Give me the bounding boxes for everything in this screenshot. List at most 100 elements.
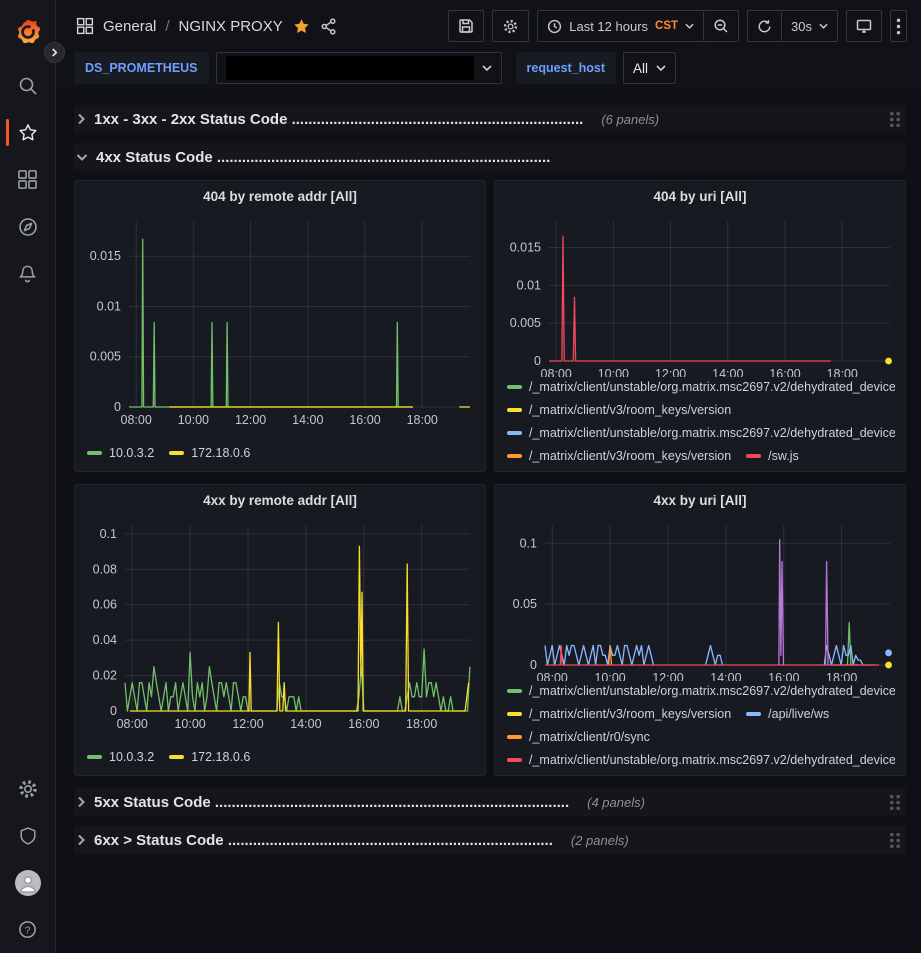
svg-text:?: ? [25, 924, 31, 936]
x-axis-tick-label: 08:00 [537, 671, 568, 681]
legend-label: /api/live/ws [768, 707, 829, 721]
sidebar-item-alerting[interactable] [0, 250, 56, 297]
legend-swatch [507, 431, 522, 435]
sidebar-item-starred[interactable] [0, 109, 56, 156]
kebab-menu-icon [896, 18, 901, 35]
row-title-dots: ........................................… [215, 794, 569, 811]
datasource-select[interactable] [216, 52, 502, 84]
x-axis-tick-label: 10:00 [178, 413, 209, 427]
row-4xx[interactable]: 4xx Status Code ........................… [74, 143, 906, 171]
legend-label: /sw.js [768, 449, 799, 463]
legend-item[interactable]: /_matrix/client/v3/room_keys/version [507, 400, 731, 420]
breadcrumb-folder[interactable]: General [103, 18, 156, 35]
drag-handle-icon[interactable] [889, 794, 902, 811]
legend-item[interactable]: /_matrix/client/r0/sync [507, 727, 650, 747]
drag-handle-icon[interactable] [889, 832, 902, 849]
cycle-view-mode-button[interactable] [846, 10, 882, 42]
sidebar-item-explore[interactable] [0, 203, 56, 250]
chart-canvas[interactable]: 00.0050.010.01508:0010:0012:0014:0016:00… [85, 211, 477, 429]
chart-canvas[interactable]: 00.050.108:0010:0012:0014:0016:0018:00 [505, 515, 897, 681]
refresh-interval-picker[interactable]: 30s [781, 11, 837, 41]
chevron-down-icon [685, 23, 694, 29]
sidebar-item-server-admin[interactable] [0, 812, 56, 859]
legend: 10.0.3.2 172.18.0.6 [85, 443, 475, 463]
panel-header[interactable]: 4xx by uri [All] [505, 485, 895, 515]
x-axis-tick-label: 10:00 [174, 717, 205, 731]
share-icon[interactable] [320, 18, 337, 35]
legend-item[interactable]: /_matrix/client/unstable/org.matrix.msc2… [507, 423, 895, 443]
legend-label: /_matrix/client/unstable/org.matrix.msc2… [529, 426, 895, 440]
legend-item[interactable]: /_matrix/client/v3/room_keys/version [507, 446, 731, 463]
refresh-icon [757, 19, 772, 34]
x-axis-tick-label: 10:00 [598, 367, 629, 377]
more-options-button[interactable] [890, 10, 907, 42]
legend-item[interactable]: 10.0.3.2 [87, 747, 154, 767]
row-title: 4xx Status Code [96, 149, 217, 166]
dashboard-canvas: 1xx - 3xx - 2xx Status Code ............… [56, 89, 921, 953]
help-icon: ? [17, 919, 38, 940]
x-axis-tick-label: 08:00 [121, 413, 152, 427]
legend-item[interactable]: /_matrix/client/unstable/org.matrix.msc2… [507, 750, 895, 767]
panel-header[interactable]: 404 by uri [All] [505, 181, 895, 211]
request-host-value: All [633, 61, 648, 76]
legend-label: /_matrix/client/unstable/org.matrix.msc2… [529, 684, 895, 698]
series-line [125, 649, 470, 711]
row-1xx-3xx-2xx[interactable]: 1xx - 3xx - 2xx Status Code ............… [74, 105, 906, 133]
row-6xx[interactable]: 6xx > Status Code ......................… [74, 826, 906, 854]
breadcrumb-separator: / [165, 18, 169, 35]
legend-item[interactable]: 172.18.0.6 [169, 747, 250, 767]
legend-label: 172.18.0.6 [191, 750, 250, 764]
panel-header[interactable]: 4xx by remote addr [All] [85, 485, 475, 515]
y-axis-tick-label: 0.06 [93, 598, 117, 612]
legend-swatch [507, 712, 522, 716]
chart-canvas[interactable]: 00.020.040.060.080.108:0010:0012:0014:00… [85, 515, 477, 733]
sidebar-item-configuration[interactable] [0, 765, 56, 812]
y-axis-tick-label: 0.05 [513, 597, 537, 611]
legend-swatch [507, 689, 522, 693]
legend-item[interactable]: 10.0.3.2 [87, 443, 154, 463]
x-axis-tick-label: 12:00 [235, 413, 266, 427]
row-5xx[interactable]: 5xx Status Code ........................… [74, 788, 906, 816]
legend-item[interactable]: /_matrix/client/unstable/org.matrix.msc2… [507, 681, 895, 701]
x-axis-tick-label: 14:00 [710, 671, 741, 681]
y-axis-tick-label: 0.01 [517, 278, 541, 292]
variable-label-ds-prometheus[interactable]: DS_PROMETHEUS [74, 52, 209, 84]
breadcrumb: General / NGINX PROXY [76, 17, 337, 36]
sidebar-item-dashboards[interactable] [0, 156, 56, 203]
time-range-picker[interactable]: Last 12 hours CST [538, 11, 703, 41]
legend-item[interactable]: /sw.js [746, 446, 799, 463]
drag-handle-icon[interactable] [889, 111, 902, 128]
variable-request-host: request_host All [516, 52, 677, 84]
row-title: 1xx - 3xx - 2xx Status Code [94, 111, 292, 128]
x-axis-tick-label: 12:00 [232, 717, 263, 731]
sidebar-item-profile[interactable] [0, 859, 56, 906]
save-dashboard-button[interactable] [448, 10, 484, 42]
zoom-out-button[interactable] [703, 11, 738, 41]
expand-sidebar-button[interactable] [44, 42, 65, 63]
variable-ds-prometheus: DS_PROMETHEUS [74, 52, 502, 84]
y-axis-tick-label: 0.02 [93, 669, 117, 683]
row-panel-count: (2 panels) [571, 833, 629, 848]
sidebar-item-help[interactable]: ? [0, 906, 56, 953]
dashboard-variables-bar: DS_PROMETHEUS request_host All [56, 52, 921, 89]
refresh-button[interactable] [748, 11, 781, 41]
request-host-select[interactable]: All [623, 52, 676, 84]
sidebar-item-search[interactable] [0, 62, 56, 109]
series-line [549, 236, 831, 361]
legend-item[interactable]: /_matrix/client/unstable/org.matrix.msc2… [507, 377, 895, 397]
legend-item[interactable]: 172.18.0.6 [169, 443, 250, 463]
legend: 10.0.3.2 172.18.0.6 [85, 747, 475, 767]
panel-header[interactable]: 404 by remote addr [All] [85, 181, 475, 211]
chart-canvas[interactable]: 00.0050.010.01508:0010:0012:0014:0016:00… [505, 211, 897, 377]
legend-item[interactable]: /api/live/ws [746, 704, 829, 724]
timezone-label: CST [655, 20, 678, 32]
gear-icon [502, 18, 519, 35]
favorite-star-icon[interactable] [292, 17, 311, 36]
legend: /_matrix/client/unstable/org.matrix.msc2… [505, 681, 895, 767]
panel-title: 404 by remote addr [All] [203, 189, 357, 204]
dashboard-settings-button[interactable] [492, 10, 529, 42]
variable-label-request-host[interactable]: request_host [516, 52, 617, 84]
series-point [885, 662, 892, 669]
x-axis-tick-label: 08:00 [541, 367, 572, 377]
legend-item[interactable]: /_matrix/client/v3/room_keys/version [507, 704, 731, 724]
